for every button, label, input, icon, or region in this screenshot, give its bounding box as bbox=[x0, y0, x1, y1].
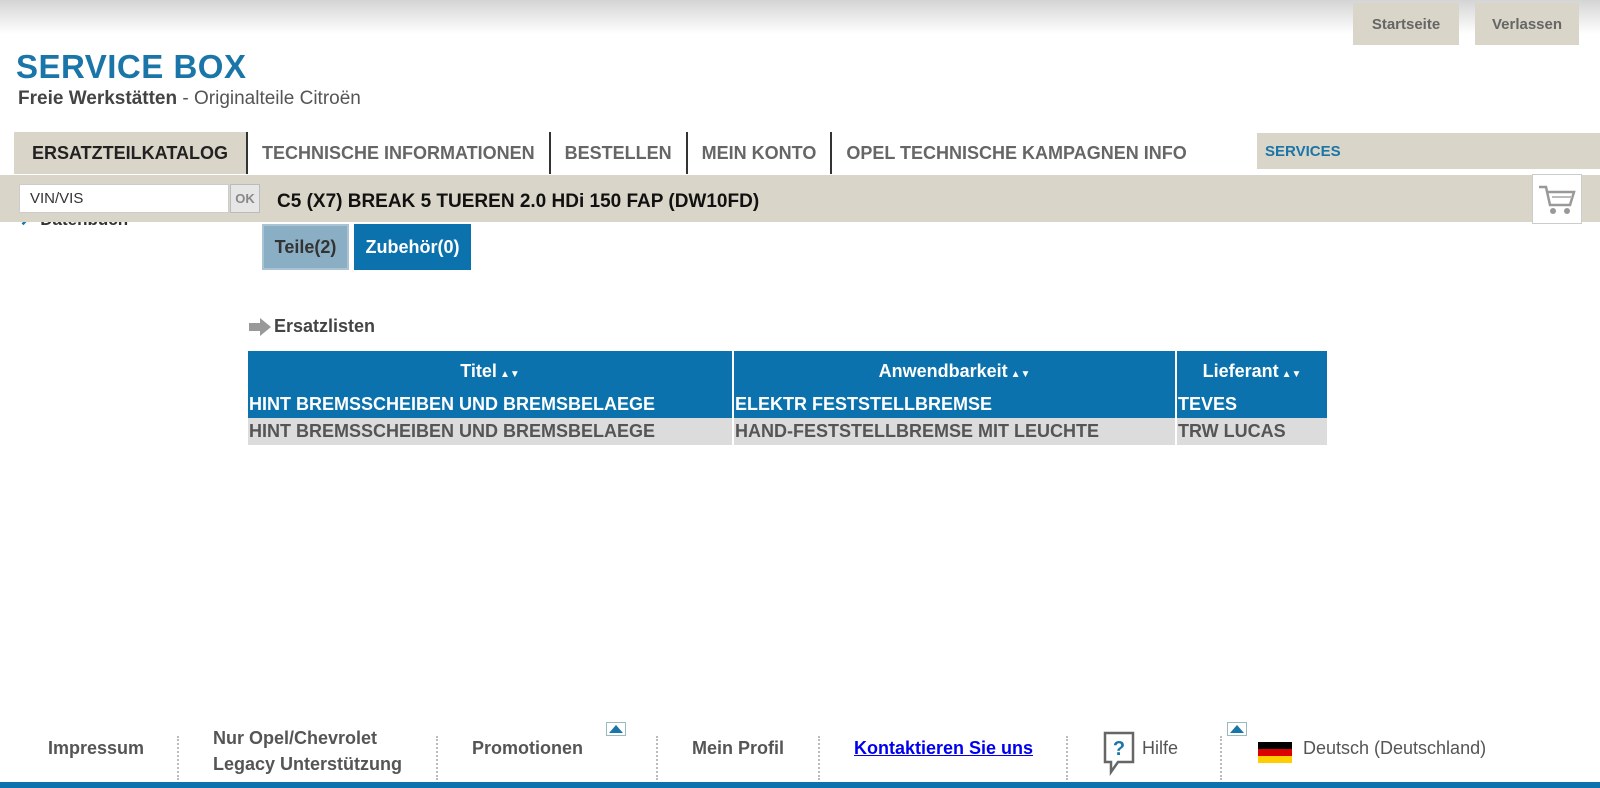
vin-input[interactable]: VIN/VIS bbox=[19, 184, 229, 213]
footer-impressum[interactable]: Impressum bbox=[48, 738, 144, 759]
footer-divider bbox=[656, 736, 658, 780]
footer-legacy-line1: Nur Opel/Chevrolet bbox=[213, 728, 378, 748]
parts-table: Titel ▲▼ Anwendbarkeit ▲▼ Lieferant ▲▼ HINT… bbox=[246, 351, 1329, 445]
tab-bestellen[interactable]: BESTELLEN bbox=[550, 132, 688, 174]
footer-promotionen[interactable]: Promotionen bbox=[472, 738, 583, 759]
footer-divider bbox=[177, 736, 179, 780]
help-icon[interactable]: ? bbox=[1102, 730, 1136, 781]
section-title: Ersatzlisten bbox=[248, 316, 375, 337]
expand-up-icon[interactable] bbox=[1227, 722, 1247, 736]
footer-hilfe[interactable]: Hilfe bbox=[1142, 738, 1178, 759]
home-button[interactable]: Startseite bbox=[1353, 3, 1459, 45]
cell-anwendbarkeit: ELEKTR FESTSTELLBREMSE bbox=[734, 391, 1175, 418]
footer: Impressum Nur Opel/Chevrolet Legacy Unte… bbox=[0, 722, 1600, 788]
cell-titel: HINT BREMSSCHEIBEN UND BREMSBELAEGE bbox=[248, 418, 732, 445]
brand-title: SERVICE BOX bbox=[16, 48, 247, 85]
tab-opel-kampagnen[interactable]: OPEL TECHNISCHE KAMPAGNEN INFO bbox=[832, 132, 1201, 174]
table-row[interactable]: HINT BREMSSCHEIBEN UND BREMSBELAEGE HAND… bbox=[248, 418, 1327, 445]
services-tab[interactable]: SERVICES bbox=[1257, 133, 1600, 169]
tab-technische-informationen[interactable]: TECHNISCHE INFORMATIONEN bbox=[247, 132, 551, 174]
footer-divider bbox=[1066, 736, 1068, 780]
tab-zubehoer[interactable]: Zubehör(0) bbox=[354, 224, 471, 270]
subbrand-rest: - Originalteile Citroën bbox=[177, 88, 361, 109]
language-selector[interactable]: Deutsch (Deutschland) bbox=[1303, 738, 1486, 759]
footer-divider bbox=[818, 736, 820, 780]
expand-up-icon[interactable] bbox=[606, 722, 626, 736]
subbrand-bold: Freie Werkstätten bbox=[18, 88, 178, 109]
german-flag-icon bbox=[1258, 742, 1292, 763]
cell-lieferant: TEVES bbox=[1177, 391, 1327, 418]
footer-divider bbox=[1220, 736, 1222, 780]
section-title-label: Ersatzlisten bbox=[274, 316, 376, 336]
cell-titel: HINT BREMSSCHEIBEN UND BREMSBELAEGE bbox=[248, 391, 732, 418]
exit-button[interactable]: Verlassen bbox=[1475, 3, 1579, 45]
column-header-titel[interactable]: Titel ▲▼ bbox=[248, 351, 732, 391]
footer-mein-profil[interactable]: Mein Profil bbox=[692, 738, 784, 759]
svg-text:?: ? bbox=[1113, 738, 1125, 760]
tab-mein-konto[interactable]: MEIN KONTO bbox=[687, 132, 833, 174]
bottom-bar bbox=[0, 782, 1600, 788]
column-header-anwendbarkeit[interactable]: Anwendbarkeit ▲▼ bbox=[734, 351, 1175, 391]
footer-divider bbox=[436, 736, 438, 780]
main-nav: ERSATZTEILKATALOG TECHNISCHE INFORMATION… bbox=[14, 132, 1201, 174]
column-header-label: Lieferant bbox=[1202, 360, 1279, 381]
sort-icon[interactable]: ▲▼ bbox=[1011, 369, 1031, 380]
vin-ok-button[interactable]: OK bbox=[230, 184, 260, 213]
footer-legacy-support[interactable]: Nur Opel/Chevrolet Legacy Unterstützung bbox=[213, 725, 402, 777]
column-header-lieferant[interactable]: Lieferant ▲▼ bbox=[1177, 351, 1327, 391]
footer-kontakt-link[interactable]: Kontaktieren Sie uns bbox=[854, 738, 1033, 759]
sort-icon[interactable]: ▲▼ bbox=[500, 369, 520, 380]
brand-subtitle: Freie Werkstätten - Originalteile Citroë… bbox=[18, 88, 361, 110]
tab-teile[interactable]: Teile(2) bbox=[262, 224, 349, 270]
cell-lieferant: TRW LUCAS bbox=[1177, 418, 1327, 445]
right-arrow-icon bbox=[249, 317, 271, 336]
cell-anwendbarkeit: HAND-FESTSTELLBREMSE MIT LEUCHTE bbox=[734, 418, 1175, 445]
shopping-cart-icon[interactable] bbox=[1532, 174, 1582, 224]
sort-icon[interactable]: ▲▼ bbox=[1282, 369, 1302, 380]
column-header-label: Titel bbox=[460, 360, 497, 381]
table-row[interactable]: HINT BREMSSCHEIBEN UND BREMSBELAEGE ELEK… bbox=[248, 391, 1327, 418]
column-header-label: Anwendbarkeit bbox=[878, 360, 1008, 381]
footer-legacy-line2: Legacy Unterstützung bbox=[213, 754, 403, 774]
vehicle-title: C5 (X7) BREAK 5 TUEREN 2.0 HDi 150 FAP (… bbox=[277, 191, 760, 212]
tab-ersatzteilkatalog[interactable]: ERSATZTEILKATALOG bbox=[14, 132, 248, 174]
